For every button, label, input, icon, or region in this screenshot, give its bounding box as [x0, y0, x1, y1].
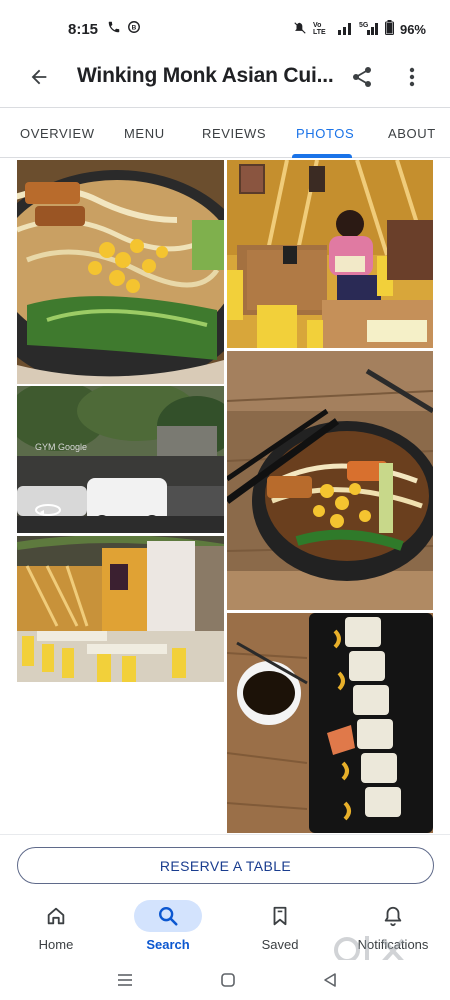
reserve-table-button[interactable]: RESERVE A TABLE — [17, 847, 434, 884]
mute-icon — [293, 21, 307, 38]
street-view-label: GYM Google — [35, 442, 87, 452]
status-left-icons: B — [107, 20, 141, 39]
status-right-icons: Vo LTE 5G 96% — [293, 20, 426, 38]
nav-home-label: Home — [38, 937, 74, 952]
back-triangle-icon[interactable] — [318, 968, 342, 992]
tab-active-indicator — [292, 154, 352, 158]
tab-reviews[interactable]: REVIEWS — [202, 126, 266, 141]
nav-home[interactable]: Home — [11, 894, 101, 960]
reserve-section: RESERVE A TABLE — [0, 834, 450, 894]
share-button[interactable] — [348, 64, 376, 94]
nav-saved[interactable]: Saved — [235, 894, 325, 960]
home-icon — [22, 900, 90, 932]
back-button[interactable] — [24, 64, 54, 94]
home-circle-icon[interactable] — [216, 968, 240, 992]
record-icon: B — [127, 20, 141, 39]
status-bar: 8:15 B Vo LTE 5G 96% — [0, 0, 450, 58]
tab-bar: OVERVIEW MENU REVIEWS PHOTOS ABOUT — [0, 108, 450, 158]
svg-text:LTE: LTE — [313, 29, 326, 35]
nav-search[interactable]: Search — [123, 894, 213, 960]
recents-icon[interactable] — [113, 968, 137, 992]
svg-text:B: B — [132, 24, 137, 31]
tab-menu[interactable]: MENU — [124, 126, 165, 141]
app-screen: 8:15 B Vo LTE 5G 96% Winking Monk Asian … — [0, 0, 450, 1000]
tab-about[interactable]: ABOUT — [388, 126, 436, 141]
more-vert-icon — [409, 67, 415, 92]
tab-overview[interactable]: OVERVIEW — [20, 126, 95, 141]
nav-search-label: Search — [146, 937, 190, 952]
battery-percent: 96% — [399, 21, 426, 37]
share-icon — [350, 65, 374, 94]
photo-ramen-bowl[interactable] — [17, 160, 224, 384]
photo-dining-area[interactable] — [227, 160, 433, 348]
360-rotate-icon — [34, 502, 62, 518]
more-options-button[interactable] — [398, 64, 426, 94]
5g-signal-icon: 5G — [359, 21, 379, 38]
photo-street-view[interactable]: GYM Google — [17, 386, 224, 533]
svg-text:Vo: Vo — [313, 22, 321, 29]
signal-icon — [337, 21, 353, 38]
photo-sushi[interactable] — [227, 613, 433, 833]
search-icon — [134, 900, 202, 932]
nav-saved-label: Saved — [261, 937, 299, 952]
photo-interior[interactable] — [17, 536, 224, 682]
battery-icon — [384, 20, 394, 38]
svg-text:5G: 5G — [359, 22, 369, 29]
place-header: Winking Monk Asian Cui... — [0, 58, 450, 100]
bookmark-icon — [246, 900, 314, 932]
tab-photos[interactable]: PHOTOS — [296, 126, 354, 141]
status-time: 8:15 — [68, 21, 99, 38]
system-navigation-bar — [0, 960, 450, 1000]
volte-icon: Vo LTE — [313, 21, 331, 37]
arrow-left-icon — [28, 66, 50, 93]
phone-icon — [107, 20, 121, 39]
place-title: Winking Monk Asian Cui... — [77, 64, 334, 87]
photo-ramen-chopsticks[interactable] — [227, 351, 433, 610]
